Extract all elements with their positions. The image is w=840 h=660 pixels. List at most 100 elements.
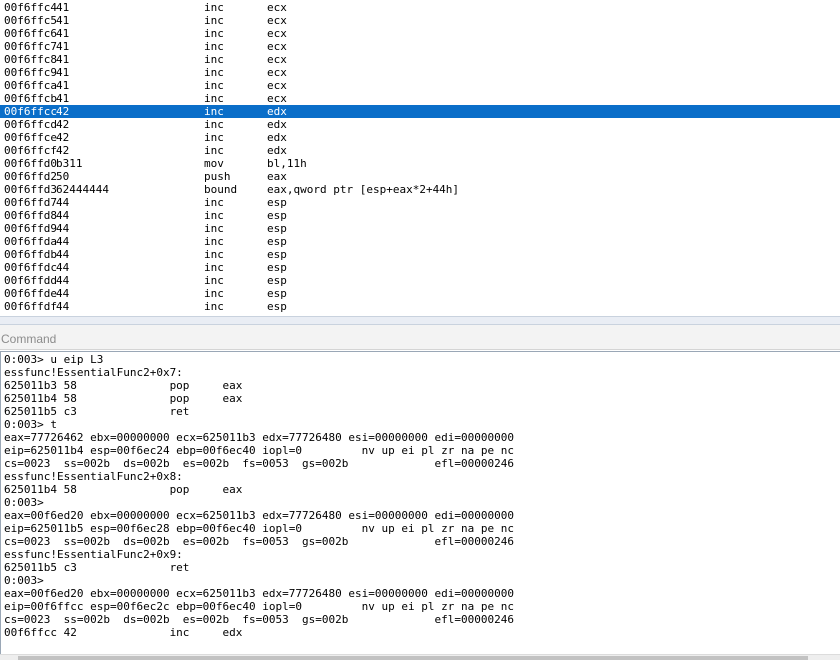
command-output-line: essfunc!EssentialFunc2+0x7: — [4, 366, 183, 379]
disassembly-row[interactable]: 00f6ffd9 44 inc esp — [0, 222, 840, 235]
instruction-bytes: 41 — [56, 53, 70, 66]
command-output-line: 625011b4 58 pop eax — [4, 392, 243, 405]
disassembly-row[interactable]: 00f6ffc8 41 inc ecx — [0, 53, 840, 66]
instruction-mnemonic: inc — [204, 118, 224, 131]
instruction-mnemonic: inc — [204, 105, 224, 118]
disassembly-row[interactable]: 00f6ffd0 b311 mov bl,11h — [0, 157, 840, 170]
instruction-address: 00f6ffd3 — [4, 183, 57, 196]
instruction-bytes: 41 — [56, 92, 70, 105]
instruction-operands: edx — [267, 131, 287, 144]
instruction-address: 00f6ffd7 — [4, 196, 57, 209]
instruction-operands: ecx — [267, 1, 287, 14]
disassembly-row[interactable]: 00f6ffcd 42 inc edx — [0, 118, 840, 131]
instruction-mnemonic: inc — [204, 261, 224, 274]
command-output-line: essfunc!EssentialFunc2+0x9: — [4, 548, 183, 561]
command-output[interactable]: 0:003> u eip L3 essfunc!EssentialFunc2+0x… — [0, 351, 840, 654]
instruction-address: 00f6ffdb — [4, 248, 57, 261]
instruction-mnemonic: inc — [204, 92, 224, 105]
disassembly-row[interactable]: 00f6ffde 44 inc esp — [0, 287, 840, 300]
scrollbar-thumb[interactable] — [18, 656, 808, 660]
instruction-operands: ecx — [267, 27, 287, 40]
instruction-address: 00f6ffc6 — [4, 27, 57, 40]
instruction-operands: edx — [267, 118, 287, 131]
instruction-address: 00f6ffc8 — [4, 53, 57, 66]
instruction-operands: esp — [267, 222, 287, 235]
instruction-address: 00f6ffdc — [4, 261, 57, 274]
instruction-bytes: 44 — [56, 287, 70, 300]
command-output-line: 625011b4 58 pop eax — [4, 483, 243, 496]
disassembly-row[interactable]: 00f6ffca 41 inc ecx — [0, 79, 840, 92]
instruction-bytes: 41 — [56, 27, 70, 40]
instruction-address: 00f6ffdf — [4, 300, 57, 313]
instruction-bytes: 41 — [56, 66, 70, 79]
instruction-mnemonic: mov — [204, 157, 224, 170]
disassembly-row[interactable]: 00f6ffc4 41 inc ecx — [0, 1, 840, 14]
disassembly-row[interactable]: 00f6ffdb 44 inc esp — [0, 248, 840, 261]
command-window-header: Command — [0, 325, 840, 350]
disassembly-row[interactable]: 00f6ffcb 41 inc ecx — [0, 92, 840, 105]
instruction-address: 00f6ffc7 — [4, 40, 57, 53]
disassembly-row[interactable]: 00f6ffd8 44 inc esp — [0, 209, 840, 222]
instruction-operands: edx — [267, 105, 287, 118]
command-output-line: eip=00f6ffcc esp=00f6ec2c ebp=00f6ec40 i… — [4, 600, 514, 613]
disassembly-row[interactable]: 00f6ffc7 41 inc ecx — [0, 40, 840, 53]
command-output-line: essfunc!EssentialFunc2+0x8: — [4, 470, 183, 483]
instruction-bytes: 44 — [56, 209, 70, 222]
instruction-bytes: 44 — [56, 235, 70, 248]
command-output-line: 00f6ffcc 42 inc edx — [4, 626, 243, 639]
instruction-mnemonic: inc — [204, 27, 224, 40]
instruction-address: 00f6ffcc — [4, 105, 57, 118]
instruction-mnemonic: inc — [204, 53, 224, 66]
instruction-mnemonic: inc — [204, 274, 224, 287]
instruction-address: 00f6ffce — [4, 131, 57, 144]
instruction-operands: esp — [267, 196, 287, 209]
command-output-line: eax=00f6ed20 ebx=00000000 ecx=625011b3 e… — [4, 509, 514, 522]
instruction-operands: esp — [267, 261, 287, 274]
instruction-address: 00f6ffcd — [4, 118, 57, 131]
disassembly-row[interactable]: 00f6ffd2 50 push eax — [0, 170, 840, 183]
instruction-mnemonic: inc — [204, 248, 224, 261]
instruction-mnemonic: inc — [204, 131, 224, 144]
instruction-mnemonic: inc — [204, 196, 224, 209]
instruction-address: 00f6ffc4 — [4, 1, 57, 14]
instruction-address: 00f6ffcf — [4, 144, 57, 157]
command-output-line: cs=0023 ss=002b ds=002b es=002b fs=0053 … — [4, 613, 514, 626]
disassembly-row[interactable]: 00f6ffd3 62444444 bound eax,qword ptr [esp+… — [0, 183, 840, 196]
instruction-address: 00f6ffc9 — [4, 66, 57, 79]
horizontal-scrollbar[interactable] — [0, 654, 840, 660]
instruction-address: 00f6ffda — [4, 235, 57, 248]
instruction-operands: esp — [267, 235, 287, 248]
command-output-line: 0:003> — [4, 496, 44, 509]
instruction-mnemonic: inc — [204, 235, 224, 248]
disassembly-row[interactable]: 00f6ffdd 44 inc esp — [0, 274, 840, 287]
command-output-line: 625011b5 c3 ret — [4, 561, 190, 574]
instruction-bytes: 62444444 — [56, 183, 109, 196]
disassembly-row-selected[interactable]: 00f6ffcc 42 inc edx — [0, 105, 840, 118]
disassembly-row[interactable]: 00f6ffce 42 inc edx — [0, 131, 840, 144]
disassembly-row[interactable]: 00f6ffc9 41 inc ecx — [0, 66, 840, 79]
instruction-mnemonic: inc — [204, 40, 224, 53]
command-output-line: 0:003> — [4, 574, 44, 587]
disassembly-row[interactable]: 00f6ffdf 44 inc esp — [0, 300, 840, 313]
disassembly-row[interactable]: 00f6ffda 44 inc esp — [0, 235, 840, 248]
instruction-bytes: 42 — [56, 131, 70, 144]
instruction-bytes: 50 — [56, 170, 70, 183]
disassembly-row[interactable]: 00f6ffc5 41 inc ecx — [0, 14, 840, 27]
instruction-address: 00f6ffca — [4, 79, 57, 92]
instruction-operands: edx — [267, 144, 287, 157]
instruction-mnemonic: push — [204, 170, 231, 183]
disassembly-row[interactable]: 00f6ffc6 41 inc ecx — [0, 27, 840, 40]
instruction-bytes: 42 — [56, 105, 70, 118]
disassembly-pane[interactable]: 00f6ffc4 41 inc ecx 00f6ffc5 41 inc ecx 00f6ffc6… — [0, 0, 840, 316]
instruction-bytes: 42 — [56, 144, 70, 157]
command-output-line: cs=0023 ss=002b ds=002b es=002b fs=0053 … — [4, 457, 514, 470]
instruction-address: 00f6ffde — [4, 287, 57, 300]
instruction-operands: ecx — [267, 14, 287, 27]
instruction-operands: ecx — [267, 79, 287, 92]
disassembly-row[interactable]: 00f6ffd7 44 inc esp — [0, 196, 840, 209]
pane-splitter[interactable] — [0, 316, 840, 325]
disassembly-row[interactable]: 00f6ffcf 42 inc edx — [0, 144, 840, 157]
disassembly-row[interactable]: 00f6ffdc 44 inc esp — [0, 261, 840, 274]
instruction-mnemonic: inc — [204, 209, 224, 222]
instruction-bytes: 41 — [56, 79, 70, 92]
